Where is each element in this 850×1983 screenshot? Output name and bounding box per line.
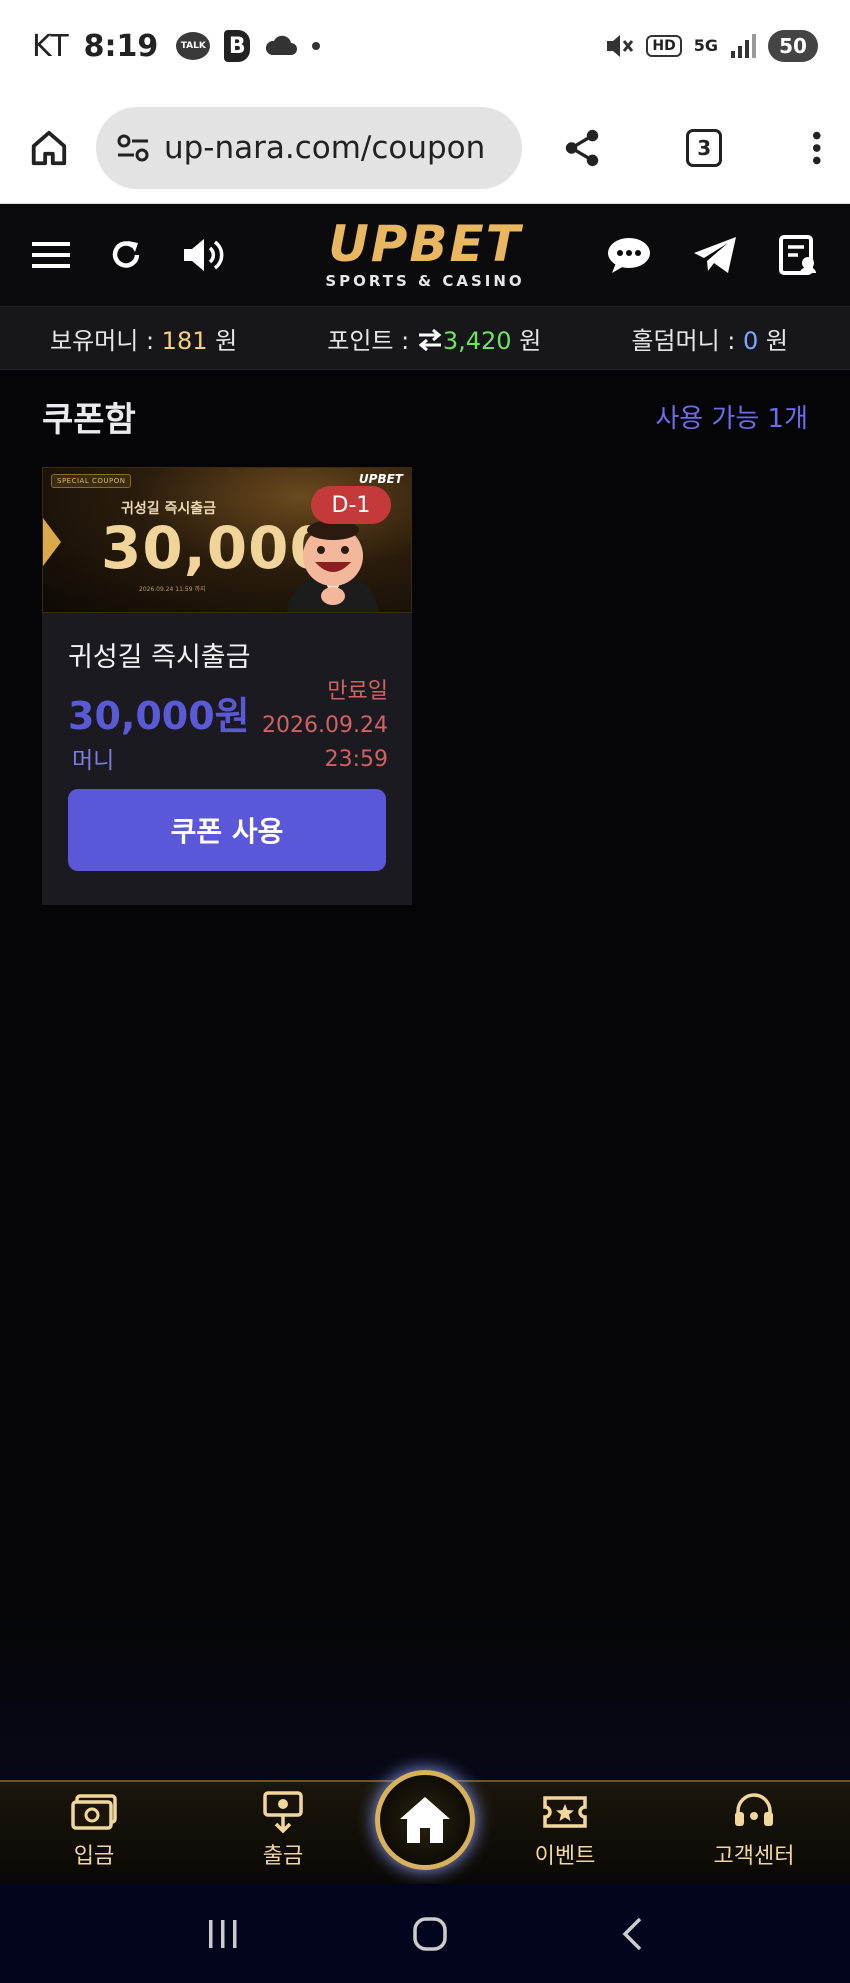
withdraw-icon <box>263 1791 303 1833</box>
point-label: 포인트 : <box>327 326 417 355</box>
hamburger-menu-icon[interactable] <box>32 240 70 270</box>
status-bar: KT 8:19 TALK B HD 5G 50 <box>0 0 850 92</box>
address-bar[interactable]: up-nara.com/coupon <box>95 106 523 189</box>
nav-withdraw-label: 출금 <box>262 1844 304 1869</box>
coupon-details: 귀성길 즉시출금 30,000원 머니 만료일 2026.09.24 23:59… <box>42 613 412 905</box>
holdem-unit: 원 <box>758 326 788 355</box>
kakaotalk-icon: TALK <box>176 32 211 60</box>
point-balance[interactable]: 포인트 : 3,420 원 <box>327 321 541 356</box>
url-text: up-nara.com/coupon <box>163 129 486 166</box>
site-header: UPBET SPORTS & CASINO <box>0 204 850 306</box>
available-count: 사용 가능 1개 <box>655 404 808 434</box>
logo-brand: UPBET <box>328 215 522 273</box>
expiry-info: 만료일 2026.09.24 23:59 <box>262 675 388 777</box>
home-icon[interactable] <box>28 126 70 170</box>
coupon-name: 귀성길 즉시출금 <box>68 642 251 673</box>
b-app-icon: B <box>224 30 251 62</box>
logo-tagline: SPORTS & CASINO <box>325 272 525 290</box>
notification-dot <box>312 42 321 50</box>
mascot-character <box>287 520 379 612</box>
nav-event-label: 이벤트 <box>534 1844 596 1869</box>
chevron-decoration <box>43 518 61 566</box>
cloud-icon <box>266 35 298 55</box>
system-home-icon[interactable] <box>412 1916 448 1952</box>
hd-voice-badge: HD <box>646 35 682 57</box>
nav-withdraw[interactable]: 출금 <box>223 1790 343 1870</box>
recent-apps-icon[interactable] <box>206 1917 240 1951</box>
refresh-icon[interactable] <box>108 237 144 273</box>
money-balance[interactable]: 보유머니 : 181 원 <box>50 321 237 356</box>
expiry-label: 만료일 <box>327 679 388 704</box>
nav-deposit[interactable]: 입금 <box>34 1790 154 1870</box>
special-coupon-badge: SPECIAL COUPON <box>51 474 132 488</box>
expiry-time: 23:59 <box>324 747 388 772</box>
coupon-banner-image: SPECIAL COUPON 귀성길 즉시출금 30,000 2026.09.2… <box>42 467 412 613</box>
banner-logo: UPBET <box>358 472 403 486</box>
point-value: 3,420 <box>442 326 512 355</box>
money-unit: 원 <box>207 326 238 355</box>
holdem-value: 0 <box>743 326 759 355</box>
sound-icon[interactable] <box>182 235 230 275</box>
system-nav-bar <box>0 1884 850 1983</box>
nav-support[interactable]: 고객센터 <box>694 1790 814 1870</box>
nav-support-label: 고객센터 <box>713 1844 795 1869</box>
mute-icon <box>607 35 634 57</box>
dday-badge: D-1 <box>311 486 391 524</box>
money-label: 보유머니 : <box>50 326 162 355</box>
nav-deposit-label: 입금 <box>73 1844 115 1869</box>
clock: 8:19 <box>83 28 159 64</box>
deposit-icon <box>71 1794 117 1830</box>
chat-icon[interactable] <box>606 235 652 275</box>
share-icon[interactable] <box>562 126 604 170</box>
browser-toolbar: up-nara.com/coupon 3 <box>0 92 850 204</box>
carrier-label: KT <box>32 28 70 64</box>
battery-indicator: 50 <box>768 30 818 62</box>
upbet-logo[interactable]: UPBET SPORTS & CASINO <box>305 218 545 290</box>
coupon-card: SPECIAL COUPON 귀성길 즉시출금 30,000 2026.09.2… <box>42 467 412 905</box>
expiry-date: 2026.09.24 <box>262 713 388 738</box>
coupon-amount: 30,000원 <box>68 694 250 738</box>
site-settings-icon[interactable] <box>116 133 150 163</box>
nav-event[interactable]: 이벤트 <box>505 1790 625 1870</box>
exchange-icon[interactable] <box>417 328 443 351</box>
coupon-unit: 머니 <box>72 748 115 774</box>
notice-board-icon[interactable] <box>778 235 818 275</box>
holdem-balance[interactable]: 홀덤머니 : 0 원 <box>631 321 788 356</box>
home-button[interactable] <box>375 1770 475 1870</box>
more-options-icon[interactable] <box>812 130 822 166</box>
ticket-icon <box>543 1796 587 1828</box>
background-gradient <box>0 1600 850 1780</box>
money-value: 181 <box>161 326 208 355</box>
headset-icon <box>735 1793 773 1826</box>
use-coupon-button[interactable]: 쿠폰 사용 <box>68 789 386 871</box>
banner-date: 2026.09.24 11:59 까지 <box>139 586 206 593</box>
back-icon[interactable] <box>620 1916 644 1952</box>
point-unit: 원 <box>511 326 542 355</box>
home-icon <box>400 1797 450 1843</box>
holdem-label: 홀덤머니 : <box>631 326 743 355</box>
telegram-icon[interactable] <box>692 235 738 275</box>
signal-icon <box>731 34 756 58</box>
page-title: 쿠폰함 <box>42 400 136 440</box>
network-type: 5G <box>693 36 718 55</box>
balance-bar: 보유머니 : 181 원 포인트 : 3,420 원 홀덤머니 : 0 원 <box>0 306 850 370</box>
tab-switcher-button[interactable]: 3 <box>685 128 723 167</box>
